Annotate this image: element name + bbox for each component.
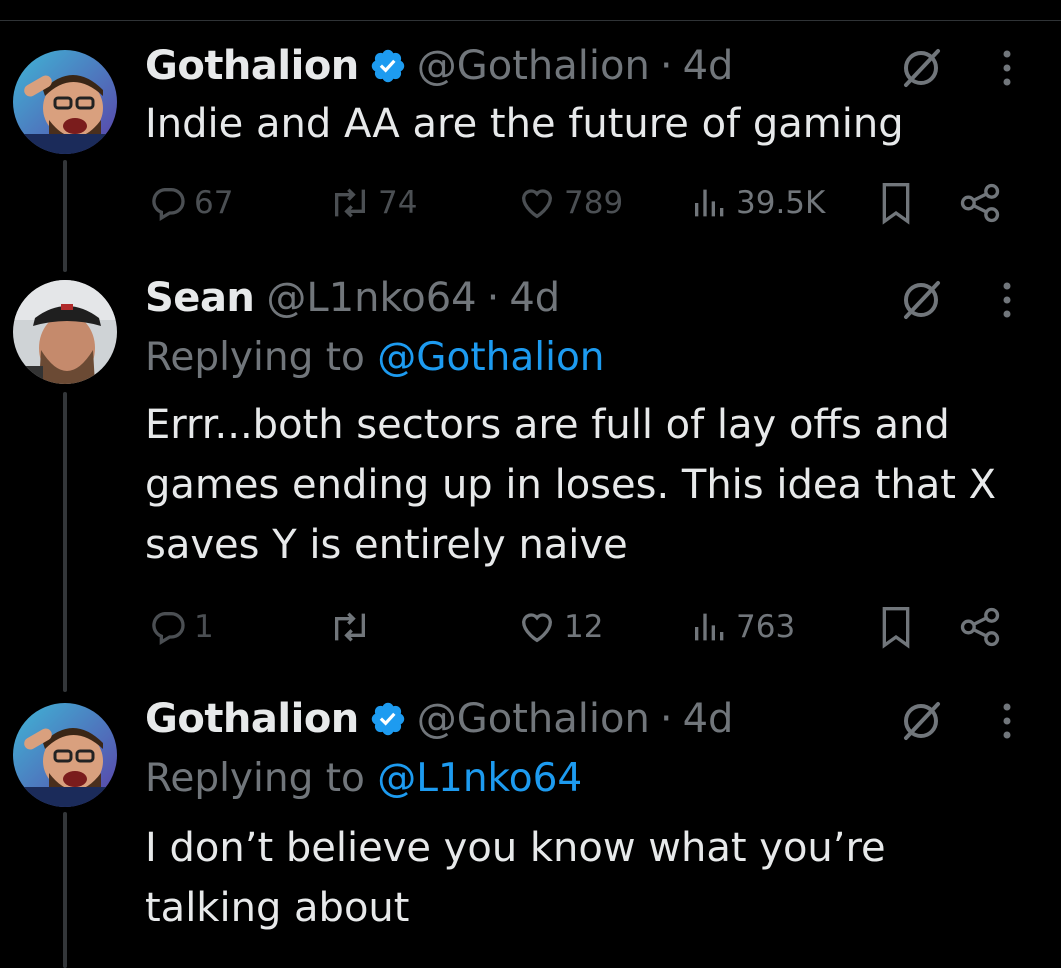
views-icon <box>695 189 724 217</box>
like-icon <box>521 613 553 643</box>
repost-count: 74 <box>378 185 418 221</box>
views-icon <box>695 613 724 641</box>
tweet-text: Indie and AA are the future of gaming <box>145 101 904 147</box>
views-button[interactable]: 763 <box>690 602 795 652</box>
views-button[interactable]: 39.5K <box>690 178 825 228</box>
user-handle[interactable]: @L1nko64 <box>266 275 476 321</box>
bookmark-icon[interactable] <box>876 602 916 652</box>
reply-icon <box>152 188 185 221</box>
bookmark-icon[interactable] <box>876 178 916 228</box>
separator-dot: · <box>659 43 673 89</box>
repost-button[interactable] <box>328 602 378 652</box>
views-count: 39.5K <box>736 185 826 221</box>
user-handle[interactable]: @Gothalion <box>417 696 650 742</box>
verified-badge-icon <box>371 702 405 736</box>
user-handle[interactable]: @Gothalion <box>417 43 650 89</box>
avatar[interactable] <box>13 280 117 384</box>
display-name[interactable]: Gothalion <box>145 43 359 89</box>
thread-connector <box>63 812 67 968</box>
replying-to-label: Replying to <box>145 756 365 801</box>
tweet-header: Gothalion @Gothalion · 4d <box>145 694 733 744</box>
like-count: 789 <box>564 185 624 221</box>
more-icon[interactable] <box>999 45 1015 91</box>
share-icon[interactable] <box>958 178 1002 228</box>
like-button[interactable]: 12 <box>516 602 603 652</box>
tweet-text: Errr...both sectors are full of lay offs… <box>145 402 997 568</box>
repost-icon <box>335 188 365 218</box>
display-name[interactable]: Gothalion <box>145 696 359 742</box>
separator-dot: · <box>659 696 673 742</box>
repost-button[interactable]: 74 <box>328 178 417 228</box>
tweet-text: I don’t believe you know what you’re tal… <box>145 825 886 931</box>
avatar[interactable] <box>13 50 117 154</box>
replying-to-label: Replying to <box>145 335 365 380</box>
replying-to: Replying to @L1nko64 <box>145 756 582 801</box>
grok-icon[interactable] <box>898 277 944 323</box>
verified-badge-icon <box>371 49 405 83</box>
avatar[interactable] <box>13 703 117 807</box>
reply-count: 67 <box>194 185 234 221</box>
replying-to: Replying to @Gothalion <box>145 335 605 380</box>
separator-dot: · <box>486 275 500 321</box>
mention-link[interactable]: @L1nko64 <box>377 756 582 801</box>
more-icon[interactable] <box>999 698 1015 744</box>
reply-button[interactable]: 67 <box>148 178 233 228</box>
action-bar: 1 12 763 <box>0 602 1061 652</box>
more-icon[interactable] <box>999 277 1015 323</box>
display-name[interactable]: Sean <box>145 275 255 321</box>
mention-link[interactable]: @Gothalion <box>377 335 604 380</box>
reply-count: 1 <box>194 609 214 645</box>
top-divider <box>0 20 1061 21</box>
reply-button[interactable]: 1 <box>148 602 214 652</box>
timestamp[interactable]: 4d <box>683 696 734 742</box>
like-count: 12 <box>564 609 604 645</box>
views-count: 763 <box>736 609 796 645</box>
repost-icon <box>335 612 365 642</box>
timestamp[interactable]: 4d <box>509 275 560 321</box>
reply-icon <box>152 612 185 645</box>
like-icon <box>521 189 553 219</box>
tweet-header: Sean @L1nko64 · 4d <box>145 273 560 323</box>
like-button[interactable]: 789 <box>516 178 623 228</box>
action-bar: 67 74 789 39.5K <box>0 178 1061 228</box>
grok-icon[interactable] <box>898 45 944 91</box>
share-icon[interactable] <box>958 602 1002 652</box>
timestamp[interactable]: 4d <box>683 43 734 89</box>
tweet-header: Gothalion @Gothalion · 4d <box>145 41 733 91</box>
grok-icon[interactable] <box>898 698 944 744</box>
